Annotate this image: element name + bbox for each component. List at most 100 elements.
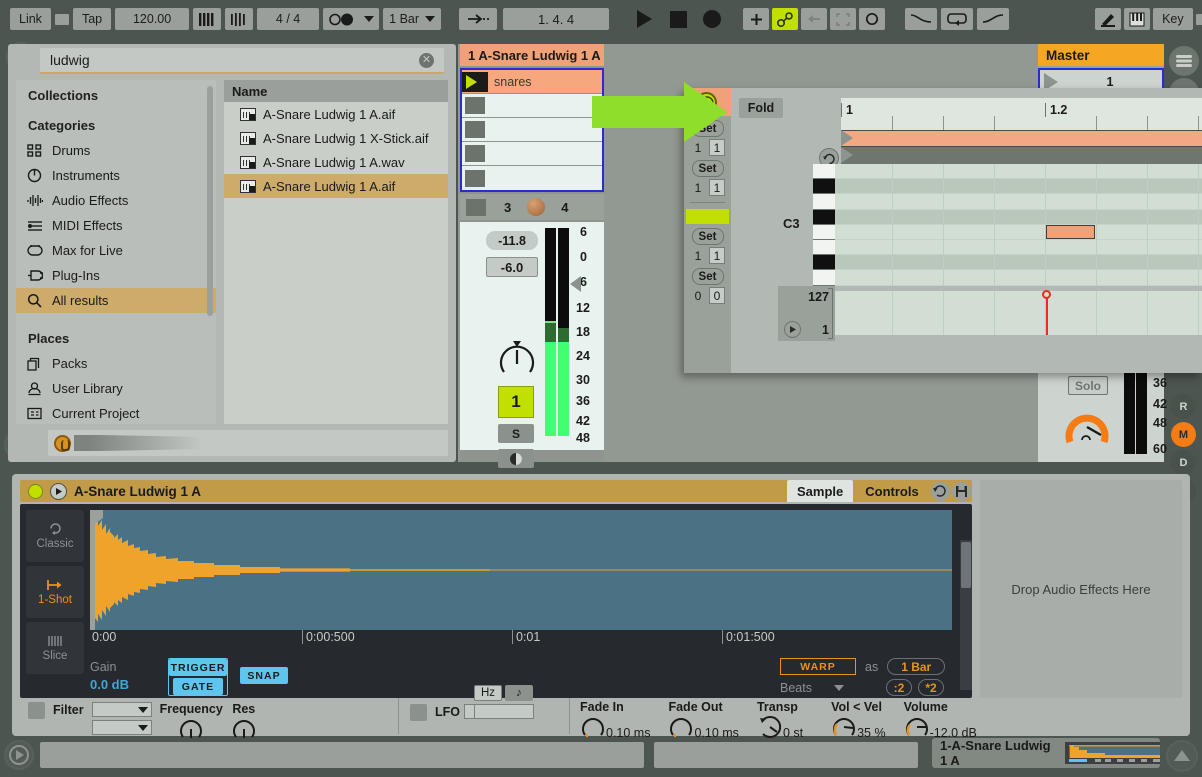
- sidebar-item-user-library[interactable]: User Library: [16, 376, 216, 401]
- warp-half-button[interactable]: :2: [886, 679, 912, 696]
- position-beat[interactable]: 1: [709, 247, 725, 264]
- note-grid[interactable]: [835, 164, 1202, 286]
- tab-sample[interactable]: Sample: [787, 480, 854, 502]
- warp-double-button[interactable]: *2: [918, 679, 944, 696]
- search-input[interactable]: ludwig ✕: [40, 48, 444, 74]
- piano-key-white[interactable]: [813, 270, 835, 286]
- end-sub-b[interactable]: 0: [709, 287, 725, 304]
- lfo-note-button[interactable]: ♪: [505, 685, 533, 701]
- link-divider[interactable]: [54, 13, 69, 25]
- selected-clip-indicator[interactable]: 1-A-Snare Ludwig 1 A: [932, 738, 1160, 768]
- loop-length-beat[interactable]: 1: [709, 179, 725, 196]
- loop-length-set-button[interactable]: Set: [691, 160, 724, 177]
- solo-button[interactable]: S: [498, 424, 534, 443]
- record-arm-icon[interactable]: R: [1171, 394, 1196, 419]
- status-message-field[interactable]: [40, 742, 644, 768]
- piano-key-white[interactable]: [813, 224, 835, 240]
- piano-keyboard[interactable]: [813, 164, 835, 286]
- piano-key-white[interactable]: [813, 194, 835, 210]
- sidebar-item-drums[interactable]: Drums: [16, 138, 216, 163]
- midi-note[interactable]: [1046, 225, 1095, 239]
- list-item[interactable]: A-Snare Ludwig 1 X-Stick.aif: [224, 126, 448, 150]
- show-hide-icon[interactable]: [1166, 740, 1198, 772]
- sidebar-item-instruments[interactable]: Instruments: [16, 163, 216, 188]
- end-set-button[interactable]: Set: [691, 268, 724, 285]
- clip-stop-icon[interactable]: [465, 97, 485, 114]
- reload-sample-icon[interactable]: [930, 481, 950, 501]
- warp-bars-value[interactable]: 1 Bar: [887, 658, 946, 675]
- track-title[interactable]: 1 A-Snare Ludwig 1 A: [460, 44, 604, 66]
- sidebar-item-all-results[interactable]: All results: [16, 288, 216, 313]
- fullscreen-icon[interactable]: [830, 8, 857, 30]
- lfo-hz-button[interactable]: Hz: [474, 685, 502, 701]
- monitor-icon[interactable]: M: [1171, 422, 1196, 447]
- arm-record-icon[interactable]: [498, 449, 534, 468]
- key-map-button[interactable]: Key: [1153, 8, 1193, 30]
- gain-value[interactable]: 0.0 dB: [90, 677, 129, 692]
- volume-value[interactable]: -6.0: [486, 257, 538, 277]
- velocity-stem[interactable]: [1046, 293, 1048, 335]
- filter-toggle[interactable]: [28, 702, 45, 719]
- list-item[interactable]: A-Snare Ludwig 1 A.wav: [224, 150, 448, 174]
- piano-key-white[interactable]: [813, 164, 835, 180]
- tempo-field[interactable]: 120.00: [115, 8, 190, 30]
- track-pan-knob[interactable]: [496, 338, 538, 380]
- loop-circle-icon[interactable]: [859, 8, 886, 30]
- add-automation-icon[interactable]: [743, 8, 770, 30]
- clear-search-icon[interactable]: ✕: [419, 52, 434, 68]
- filter-type-select[interactable]: [91, 702, 152, 717]
- clip-play-icon[interactable]: [462, 71, 488, 92]
- metronome-icon[interactable]: [193, 8, 222, 30]
- loop-length-bar[interactable]: 1: [690, 179, 706, 196]
- position-bar[interactable]: 1: [690, 247, 706, 264]
- follow-icon[interactable]: [459, 8, 498, 30]
- list-item[interactable]: A-Snare Ludwig 1 A.aif: [224, 174, 448, 198]
- clip-slot-empty[interactable]: [462, 142, 602, 166]
- track-activator[interactable]: 1: [498, 386, 534, 418]
- clip-slot-playing[interactable]: snares: [462, 70, 602, 94]
- loop-region-icon[interactable]: [941, 8, 974, 30]
- session-view-icon[interactable]: [1169, 46, 1199, 76]
- link-button[interactable]: Link: [10, 8, 51, 30]
- clip-stop-icon[interactable]: [465, 145, 485, 162]
- piano-key-black[interactable]: [813, 209, 835, 225]
- mode-one-shot-button[interactable]: 1-Shot: [26, 566, 84, 618]
- fold-button[interactable]: Fold: [739, 98, 783, 118]
- master-solo-button[interactable]: Solo: [1068, 376, 1108, 395]
- clip-slot-empty[interactable]: [462, 94, 602, 118]
- piano-key-black[interactable]: [813, 255, 835, 271]
- drop-audio-effects-area[interactable]: Drop Audio Effects Here: [980, 480, 1182, 698]
- save-icon[interactable]: [951, 481, 971, 501]
- pan-value[interactable]: -11.8: [486, 231, 538, 250]
- clip-loop-brace[interactable]: [841, 130, 1202, 147]
- clip-stop-icon[interactable]: [465, 169, 485, 187]
- time-signature-field[interactable]: 4 / 4: [257, 8, 320, 30]
- clip-slot-empty[interactable]: [462, 118, 602, 142]
- tab-controls[interactable]: Controls: [855, 480, 929, 502]
- gate-button[interactable]: GATE: [173, 678, 223, 695]
- sidebar-item-plugins[interactable]: Plug-Ins: [16, 263, 216, 288]
- sidebar-item-midi-effects[interactable]: MIDI Effects: [16, 213, 216, 238]
- computer-midi-keyboard-icon[interactable]: [1124, 8, 1151, 30]
- browser-preview-bar[interactable]: [48, 430, 448, 456]
- position-set-button[interactable]: Set: [691, 228, 724, 245]
- play-button[interactable]: [631, 6, 657, 32]
- position-fields[interactable]: 1 1: [684, 247, 731, 264]
- waveform-scrollbar[interactable]: [960, 540, 972, 690]
- sidebar-item-audio-effects[interactable]: Audio Effects: [16, 188, 216, 213]
- volume-knob[interactable]: [904, 714, 930, 740]
- key-midi-divider[interactable]: [1195, 13, 1202, 25]
- cue-volume-knob[interactable]: [1062, 402, 1112, 452]
- warp-mode-value[interactable]: Beats: [780, 681, 812, 695]
- bar-ruler[interactable]: 1 1.2: [841, 98, 1202, 130]
- master-title[interactable]: Master: [1038, 44, 1164, 66]
- clip-start-marker[interactable]: [841, 147, 853, 163]
- record-quantize-toggle[interactable]: [323, 8, 380, 30]
- fade-in-knob[interactable]: [580, 714, 606, 740]
- mode-slice-button[interactable]: Slice: [26, 622, 84, 674]
- sample-waveform[interactable]: [90, 510, 952, 630]
- stop-button[interactable]: [665, 6, 691, 32]
- song-position-field[interactable]: 1. 4. 4: [503, 8, 610, 30]
- info-view-field[interactable]: [654, 742, 918, 768]
- sidebar-item-max-for-live[interactable]: Max for Live: [16, 238, 216, 263]
